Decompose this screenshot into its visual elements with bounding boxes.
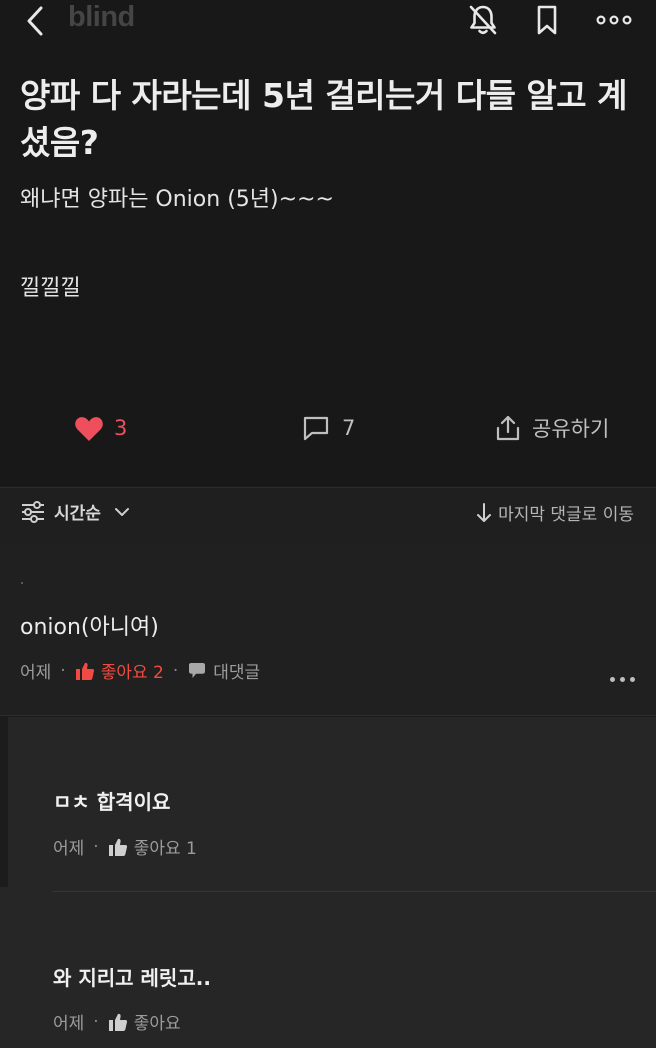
chevron-down-icon <box>114 507 129 516</box>
like-button[interactable]: 3 <box>74 406 127 450</box>
thumbs-up-icon <box>75 662 94 680</box>
back-button[interactable] <box>20 2 54 40</box>
arrow-down-icon <box>477 502 492 522</box>
comment-more-button[interactable] <box>610 677 635 682</box>
post-body-line-1: 왜냐면 양파는 Onion (5년)~~~ <box>20 187 334 212</box>
reply-like-label: 좋아요 1 <box>133 839 197 859</box>
more-icon <box>596 15 632 25</box>
reply-list <box>0 717 656 1048</box>
comment-icon <box>303 416 329 441</box>
sort-label: 시간순 <box>54 504 101 524</box>
reply-time: 어제 <box>53 839 85 859</box>
reply-divider <box>52 891 656 892</box>
sort-dropdown[interactable]: 시간순 <box>20 499 131 524</box>
reply-meta: 어제 · 좋아요 <box>53 1009 181 1035</box>
heart-icon <box>75 416 103 441</box>
more-dot <box>630 677 635 682</box>
share-button[interactable]: 공유하기 <box>494 406 609 450</box>
more-dot <box>620 677 625 682</box>
thumbs-up-icon <box>108 1013 127 1031</box>
jump-to-last-comment-button[interactable]: 마지막 댓글로 이동 <box>476 500 634 525</box>
separator-dot: · <box>60 660 66 681</box>
reply-text: 와 지리고 레릿고.. <box>53 966 211 990</box>
more-options-button[interactable] <box>594 0 634 40</box>
like-count: 3 <box>114 416 128 440</box>
comment-button[interactable]: 7 <box>302 406 355 450</box>
post-title: 양파 다 자라는데 5년 걸리는거 다들 알고 계셨음? <box>20 76 628 162</box>
back-icon <box>27 6 43 36</box>
reply-time: 어제 <box>53 1014 85 1034</box>
more-dot <box>610 677 615 682</box>
author-avatar <box>21 582 23 584</box>
jump-label: 마지막 댓글로 이동 <box>498 505 634 525</box>
comment-like-button[interactable]: 좋아요 2 <box>75 658 164 683</box>
separator-dot: · <box>93 1011 99 1032</box>
reply-meta: 어제 · 좋아요 1 <box>53 834 197 860</box>
bell-off-icon <box>469 5 497 35</box>
share-icon <box>496 415 520 441</box>
reply-text: ㅁㅊ 합격이요 <box>53 790 171 814</box>
filter-sliders-icon <box>22 500 44 523</box>
comment-text: onion(아니여) <box>20 615 159 640</box>
bookmark-icon <box>537 5 557 35</box>
bookmark-button[interactable] <box>528 0 566 40</box>
separator-dot: · <box>172 660 179 681</box>
post-body-line-2: 낄낄낄 <box>20 276 81 301</box>
comment-time: 어제 <box>20 663 52 683</box>
reply-label: 대댓글 <box>213 663 261 683</box>
reply-button[interactable]: 대댓글 <box>187 658 260 683</box>
comment-like-label: 좋아요 2 <box>100 663 164 683</box>
reply-like-label: 좋아요 <box>133 1014 181 1034</box>
reply-like-button[interactable]: 좋아요 1 <box>108 834 197 859</box>
notification-toggle-button[interactable] <box>464 0 502 40</box>
app-logo: blind <box>68 1 135 33</box>
share-label: 공유하기 <box>532 417 610 441</box>
comment-count: 7 <box>342 416 356 440</box>
thumbs-up-icon <box>108 838 127 856</box>
reply-like-button[interactable]: 좋아요 <box>108 1009 181 1034</box>
reply-indent-bar <box>0 717 8 887</box>
comment-meta: 어제 · 좋아요 2 · 대댓글 <box>20 658 260 684</box>
separator-dot: · <box>93 836 99 857</box>
speech-bubble-icon <box>189 662 206 678</box>
